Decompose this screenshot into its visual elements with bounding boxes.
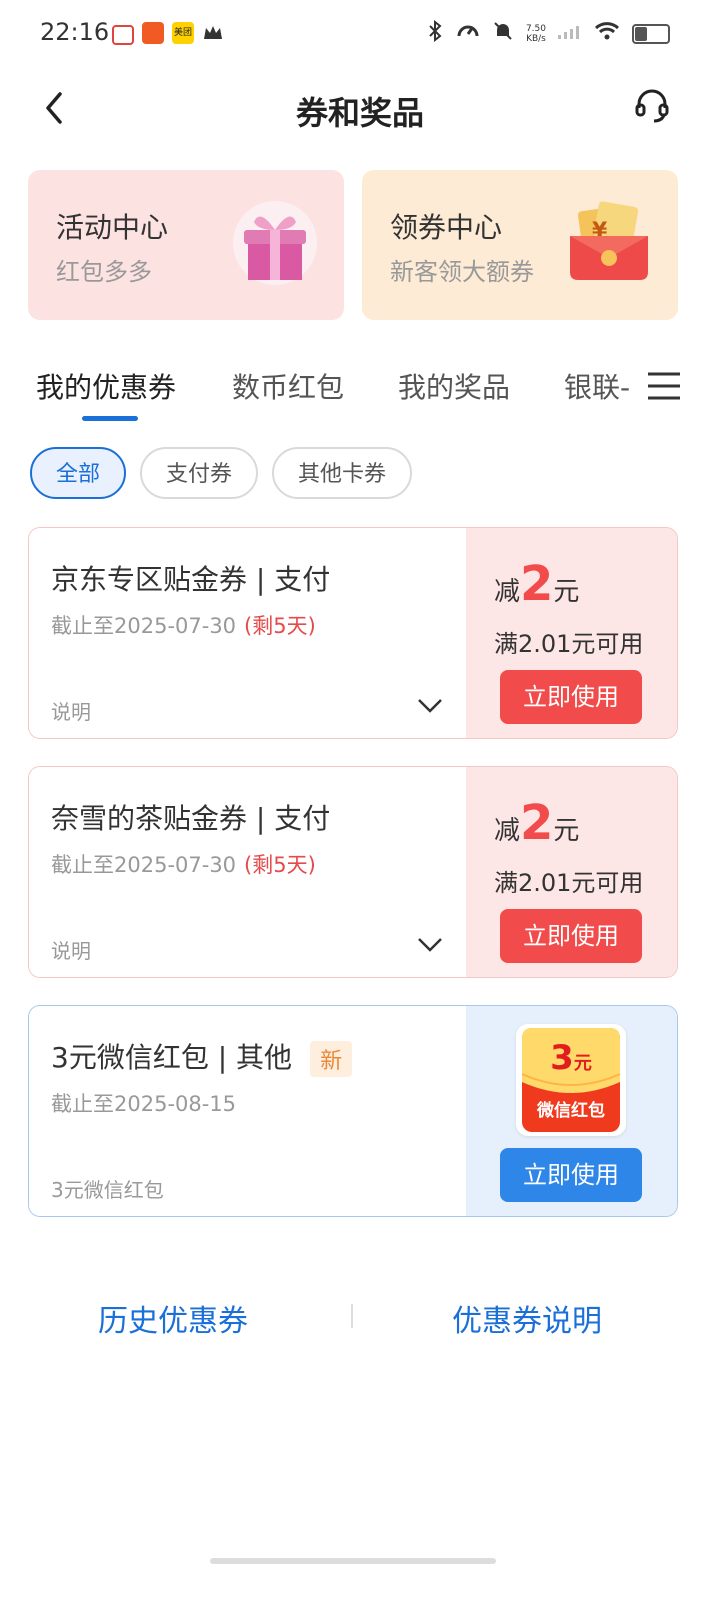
header: 券和奖品	[0, 70, 720, 150]
coupon-value-panel: 减2元 满2.01元可用 立即使用	[466, 767, 677, 977]
coupon-note: 说明	[51, 939, 91, 963]
filter-other-card-coupon[interactable]: 其他卡券	[272, 447, 413, 499]
coupon-center-title: 领券中心	[390, 211, 503, 244]
crown-icon	[202, 22, 224, 44]
wechat-red-packet-icon: 3元 微信红包	[516, 1024, 626, 1136]
app-notification-icon	[112, 25, 134, 45]
coupon-center-subtitle: 新客领大额券	[390, 258, 534, 286]
coupon-expiry-date: 截止至2025-07-30	[51, 614, 237, 638]
packet-amount: 3元	[516, 1038, 626, 1078]
customer-service-button[interactable]	[634, 88, 670, 124]
net-speed: 7.50 KB/s	[526, 24, 546, 44]
coupon-expiry: 截止至2025-07-30 (剩5天)	[51, 849, 316, 879]
speedometer-icon	[456, 20, 480, 47]
tab-unionpay[interactable]: 银联-	[564, 366, 630, 406]
use-now-button[interactable]: 立即使用	[500, 909, 642, 963]
coupon-card: 奈雪的茶贴金券 | 支付 截止至2025-07-30 (剩5天) 说明 减2元 满…	[28, 766, 678, 978]
taobao-notification-icon	[142, 22, 164, 44]
mute-bell-icon	[492, 20, 514, 47]
coupon-expiry: 截止至2025-07-30 (剩5天)	[51, 610, 316, 640]
filter-chips: 全部 支付券 其他卡券	[30, 447, 413, 499]
wifi-icon	[594, 21, 620, 46]
gift-box-icon	[232, 200, 318, 286]
amount-value: 2	[520, 795, 554, 851]
page-title: 券和奖品	[295, 94, 424, 132]
active-tab-indicator	[82, 416, 138, 421]
coupon-note: 3元微信红包	[51, 1178, 164, 1202]
activity-center-title: 活动中心	[56, 211, 169, 244]
packet-amount-value: 3	[550, 1038, 574, 1078]
packet-label: 微信红包	[537, 1101, 605, 1121]
activity-center-card[interactable]: 活动中心 红包多多	[28, 170, 344, 320]
new-badge: 新	[310, 1041, 353, 1077]
footer-divider	[351, 1304, 353, 1328]
coupon-name: 3元微信红包 | 其他新	[51, 1036, 353, 1077]
tab-digital-red-packet[interactable]: 数币红包	[232, 366, 344, 406]
chevron-down-icon[interactable]	[417, 937, 443, 953]
tab-my-prizes[interactable]: 我的奖品	[398, 366, 510, 406]
signal-icon	[558, 23, 582, 44]
filter-all[interactable]: 全部	[30, 447, 127, 499]
coupon-name-text: 3元微信红包 | 其他	[51, 1041, 293, 1074]
meituan-icon: 美团	[172, 22, 194, 44]
amount-value: 2	[520, 556, 554, 612]
use-now-button[interactable]: 立即使用	[500, 670, 642, 724]
amount-unit: 元	[553, 816, 580, 846]
coupon-condition: 满2.01元可用	[494, 869, 644, 897]
status-time: 22:16	[40, 18, 110, 46]
net-speed-value: 7.50	[525, 23, 546, 34]
coupon-info: 京东专区贴金券 | 支付 截止至2025-07-30 (剩5天) 说明	[29, 528, 467, 738]
filter-payment-coupon[interactable]: 支付券	[140, 447, 259, 499]
coupon-amount: 减2元	[494, 795, 579, 851]
chevron-down-icon[interactable]	[417, 698, 443, 714]
net-speed-unit: KB/s	[526, 33, 546, 44]
coupon-note: 说明	[51, 700, 91, 724]
bluetooth-icon	[426, 19, 444, 47]
amount-prefix: 减	[494, 816, 521, 846]
tab-menu-button[interactable]	[636, 366, 686, 406]
red-envelope-icon: ¥	[566, 200, 652, 286]
coupon-explain-link[interactable]: 优惠券说明	[452, 1296, 602, 1340]
status-right-icons: 7.50 KB/s	[426, 19, 670, 47]
coupon-value-panel: 3元 微信红包 立即使用	[466, 1006, 677, 1216]
headset-icon	[635, 89, 669, 123]
activity-center-subtitle: 红包多多	[56, 258, 152, 286]
history-coupons-link[interactable]: 历史优惠券	[98, 1296, 248, 1340]
packet-amount-unit: 元	[573, 1053, 592, 1074]
coupon-tabs: 我的优惠券 数币红包 我的奖品 银联-	[36, 360, 686, 421]
tab-my-coupons[interactable]: 我的优惠券	[36, 366, 176, 406]
home-indicator[interactable]	[210, 1558, 496, 1564]
status-bar: 22:16 美团 7.50 KB/s	[0, 0, 720, 66]
menu-icon	[648, 372, 680, 400]
coupon-card: 京东专区贴金券 | 支付 截止至2025-07-30 (剩5天) 说明 减2元 满…	[28, 527, 678, 739]
coupon-value-panel: 减2元 满2.01元可用 立即使用	[466, 528, 677, 738]
coupon-amount: 减2元	[494, 556, 579, 612]
coupon-info: 3元微信红包 | 其他新 截止至2025-08-15 3元微信红包	[29, 1006, 467, 1216]
coupon-days-left: (剩5天)	[244, 614, 316, 638]
coupon-condition: 满2.01元可用	[494, 630, 644, 658]
coupon-name: 奈雪的茶贴金券 | 支付	[51, 802, 331, 835]
use-now-button[interactable]: 立即使用	[500, 1148, 642, 1202]
battery-icon	[632, 23, 670, 44]
coupon-name: 京东专区贴金券 | 支付	[51, 563, 331, 596]
coupon-days-left: (剩5天)	[244, 853, 316, 877]
coupon-expiry: 截止至2025-08-15	[51, 1092, 237, 1116]
coupon-info: 奈雪的茶贴金券 | 支付 截止至2025-07-30 (剩5天) 说明	[29, 767, 467, 977]
coupon-expiry-date: 截止至2025-07-30	[51, 853, 237, 877]
status-app-icons: 美团	[112, 22, 224, 45]
amount-prefix: 减	[494, 577, 521, 607]
coupon-card: 3元微信红包 | 其他新 截止至2025-08-15 3元微信红包 3元 微信红…	[28, 1005, 678, 1217]
coupon-center-card[interactable]: 领券中心 新客领大额券 ¥	[362, 170, 678, 320]
amount-unit: 元	[553, 577, 580, 607]
